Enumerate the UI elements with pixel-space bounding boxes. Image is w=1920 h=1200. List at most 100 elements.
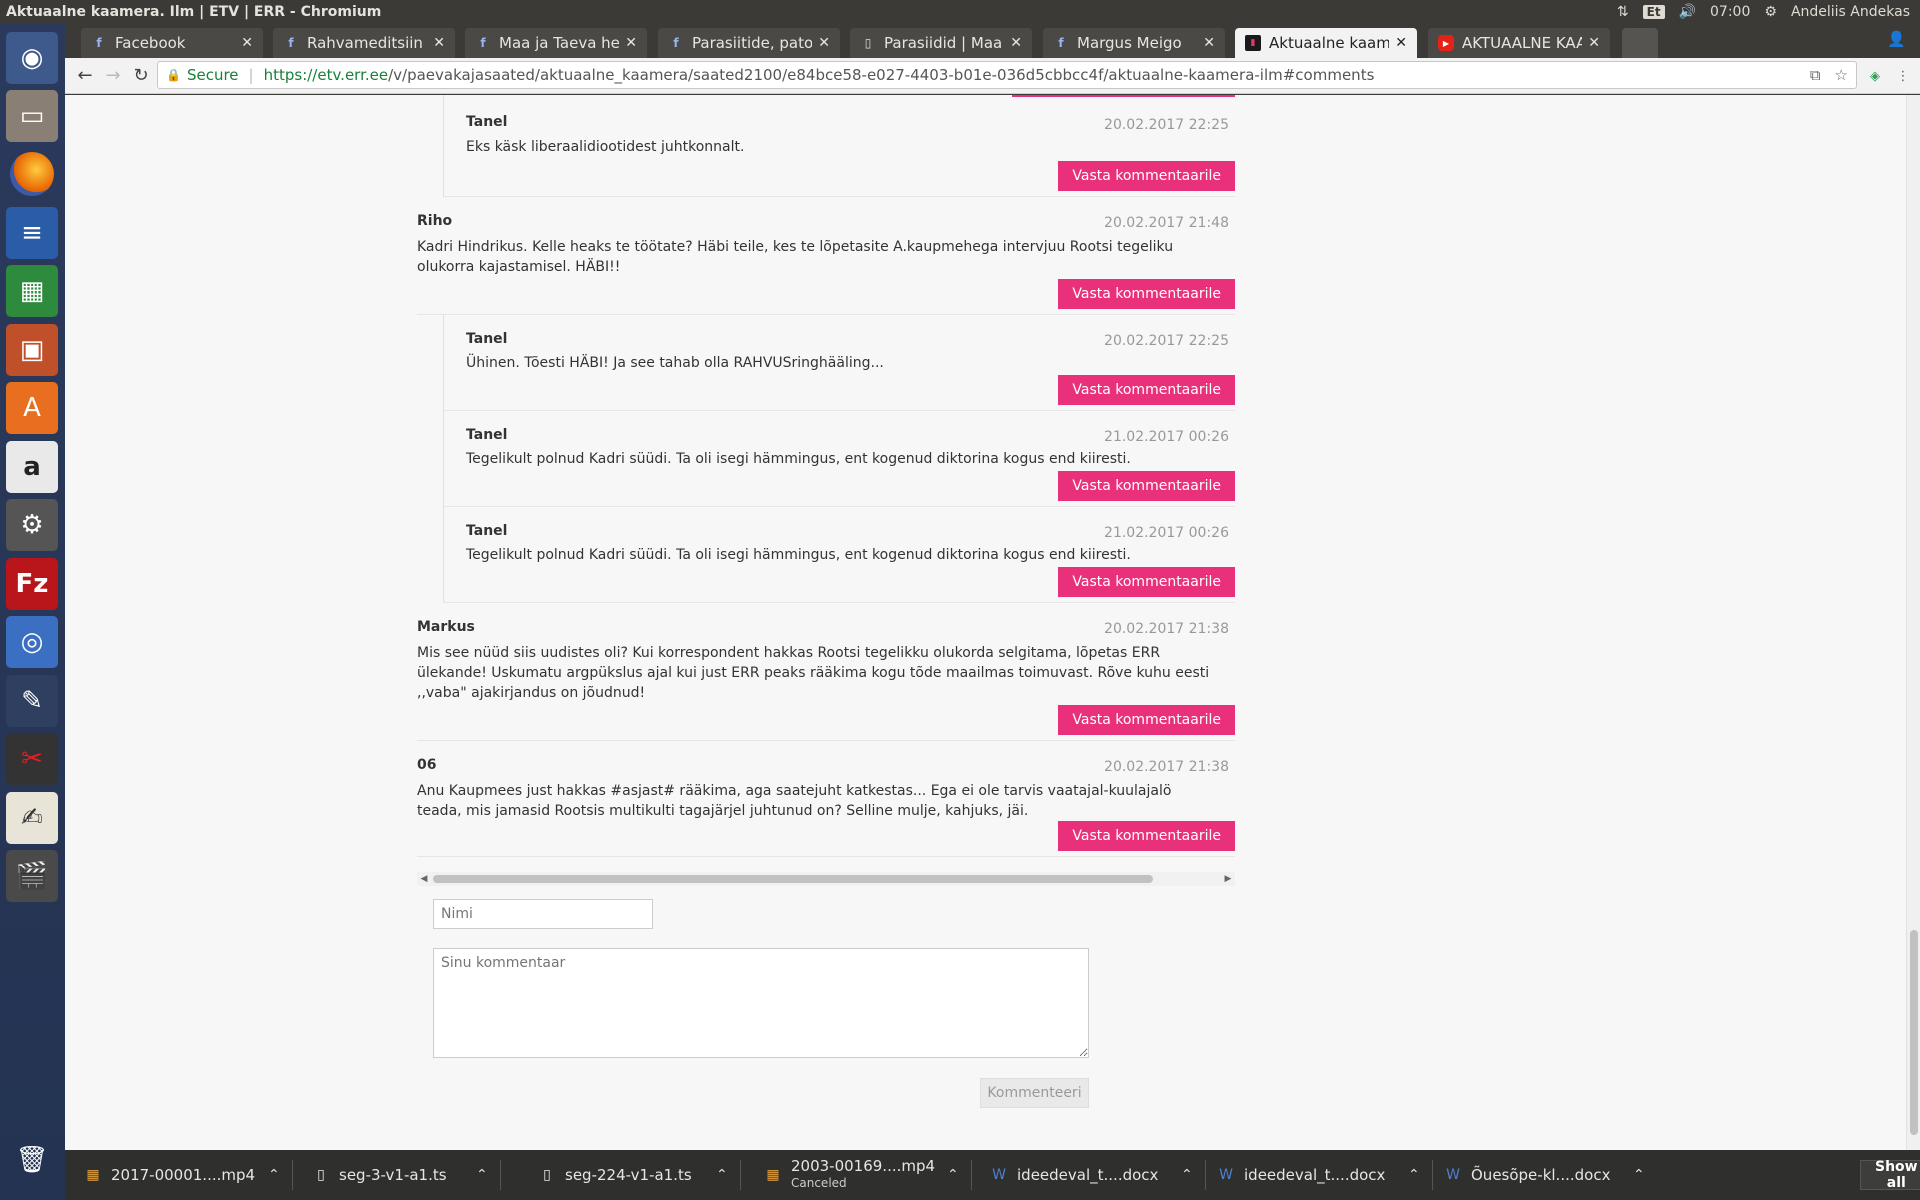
text-editor-icon[interactable]: ✍ (6, 792, 58, 844)
system-settings-icon[interactable]: ⚙ (6, 499, 58, 551)
download-item[interactable]: ▦ 2017-00001....mp4 ⌃ (85, 1156, 300, 1194)
comment-date: 20.02.2017 22:25 (1104, 333, 1229, 349)
back-button[interactable]: ← (71, 62, 99, 90)
close-icon[interactable]: ✕ (1395, 35, 1407, 51)
submit-comment-button[interactable]: Kommenteeri (980, 1078, 1089, 1108)
comment-item: Tanel 21.02.2017 00:26 Tegelikult polnud… (443, 507, 1235, 603)
scrollbar-thumb[interactable] (433, 875, 1153, 883)
url-path: /v/paevakajasaated/aktuaalne_kaamera/saa… (388, 66, 1375, 84)
chevron-up-icon[interactable]: ⌃ (476, 1167, 488, 1183)
bookmark-star-icon[interactable]: ☆ (1835, 66, 1848, 84)
name-input[interactable] (433, 899, 653, 929)
translate-icon[interactable]: ⧉ (1810, 66, 1821, 84)
user-name[interactable]: Andeliis Andekas (1791, 4, 1910, 20)
filezilla-icon[interactable]: Fz (6, 558, 58, 610)
chevron-up-icon[interactable]: ⌃ (716, 1167, 728, 1183)
file-icon: ▯ (543, 1167, 551, 1183)
reply-button[interactable]: Vasta kommentaarile (1058, 375, 1235, 405)
tab-aktuaalne-kaamera-youtube[interactable]: ▶ AKTUAALNE KAAM ✕ (1428, 28, 1610, 58)
address-bar[interactable]: 🔒 Secure | https://etv.err.ee /v/paevaka… (157, 61, 1857, 89)
download-item[interactable]: W Õuesõpe-kl....docx ⌃ (1445, 1156, 1660, 1194)
profile-icon[interactable]: 👤 (1887, 30, 1906, 48)
red-app-icon[interactable]: ✂ (6, 733, 58, 785)
comment-text: Ühinen. Tõesti HÄBI! Ja see tahab olla R… (466, 355, 884, 371)
impress-icon[interactable]: ▣ (6, 324, 58, 376)
network-icon[interactable]: ⇅ (1617, 4, 1629, 20)
chevron-up-icon[interactable]: ⌃ (1633, 1167, 1645, 1183)
files-icon[interactable]: ▭ (6, 90, 58, 142)
calc-icon[interactable]: ▦ (6, 265, 58, 317)
paint-icon[interactable]: ✎ (6, 675, 58, 727)
close-icon[interactable]: ✕ (241, 35, 253, 51)
file-icon: ▯ (317, 1167, 325, 1183)
comment-text: Eks käsk liberaalidiootidest juhtkonnalt… (466, 139, 745, 155)
reply-button[interactable]: Vasta kommentaarile (1058, 705, 1235, 735)
reply-button[interactable]: Vasta kommentaarile (1058, 161, 1235, 191)
scrollbar-thumb[interactable] (1910, 930, 1918, 1135)
forward-button[interactable]: → (99, 62, 127, 90)
clock[interactable]: 07:00 (1710, 4, 1750, 20)
comment-item: Markus 20.02.2017 21:38 Mis see nüüd sii… (417, 603, 1235, 741)
close-icon[interactable]: ✕ (433, 35, 445, 51)
ubuntu-dash-icon[interactable]: ◉ (6, 32, 58, 84)
comment-textarea[interactable] (433, 948, 1089, 1058)
amazon-icon[interactable]: a (6, 441, 58, 493)
writer-icon[interactable]: ≡ (6, 207, 58, 259)
scroll-right-icon[interactable]: ▶ (1221, 872, 1235, 886)
software-center-icon[interactable]: A (6, 382, 58, 434)
window-title: Aktuaalne kaamera. Ilm | ETV | ERR - Chr… (6, 4, 382, 20)
volume-icon[interactable]: 🔊 (1679, 4, 1696, 20)
err-icon: ▮ (1245, 35, 1261, 51)
tab-maa-ja-taeva[interactable]: f Maa ja Taeva heaolu ✕ (465, 28, 647, 58)
close-icon[interactable]: ✕ (1203, 35, 1215, 51)
download-item[interactable]: ▦ 2003-00169....mp4 Canceled ⌃ (765, 1156, 980, 1194)
extension-icon[interactable]: ◈ (1865, 66, 1885, 86)
video-editor-icon[interactable]: 🎬 (6, 850, 58, 902)
close-icon[interactable]: ✕ (1588, 35, 1600, 51)
reply-button[interactable]: Vasta kommentaarile (1058, 471, 1235, 501)
comment-date: 20.02.2017 21:38 (1104, 621, 1229, 637)
reply-button[interactable]: Vasta kommentaarile (1058, 279, 1235, 309)
firefox-icon[interactable] (6, 148, 58, 200)
chevron-up-icon[interactable]: ⌃ (268, 1167, 280, 1183)
show-all-downloads-button[interactable]: Show all (1860, 1159, 1920, 1191)
download-item[interactable]: W ideedeval_t....docx ⌃ (1218, 1156, 1433, 1194)
close-icon[interactable]: ✕ (1010, 35, 1022, 51)
horizontal-scrollbar[interactable]: ◀ ▶ (417, 872, 1235, 886)
comment-author: Tanel (466, 523, 508, 539)
tab-margus-meigo[interactable]: f Margus Meigo ✕ (1043, 28, 1225, 58)
word-file-icon: W (1446, 1167, 1460, 1183)
trash-icon[interactable]: 🗑 (6, 1134, 58, 1186)
tab-parasiidid[interactable]: ▯ Parasiidid | Maa ja T ✕ (850, 28, 1032, 58)
system-top-bar: Aktuaalne kaamera. Ilm | ETV | ERR - Chr… (0, 0, 1920, 24)
vertical-scrollbar[interactable] (1906, 95, 1920, 1150)
reload-button[interactable]: ↻ (127, 62, 155, 90)
facebook-icon: f (1058, 36, 1064, 50)
close-icon[interactable]: ✕ (818, 35, 830, 51)
menu-icon[interactable]: ⋮ (1893, 66, 1913, 86)
scroll-left-icon[interactable]: ◀ (417, 872, 431, 886)
gear-icon[interactable]: ⚙ (1764, 4, 1777, 20)
lock-icon[interactable]: 🔒 (166, 68, 181, 82)
chevron-up-icon[interactable]: ⌃ (947, 1167, 959, 1183)
reply-button[interactable]: Vasta kommentaarile (1058, 567, 1235, 597)
chromium-icon[interactable]: ◎ (6, 616, 58, 668)
tab-parasiitide[interactable]: f Parasiitide, patoge ✕ (658, 28, 840, 58)
comment-date: 20.02.2017 21:38 (1104, 759, 1229, 775)
comment-text: Anu Kaupmees just hakkas #asjast# rääkim… (417, 783, 1172, 819)
page-icon: ▯ (864, 36, 872, 50)
new-tab-button[interactable] (1622, 28, 1658, 58)
comment-date: 21.02.2017 00:26 (1104, 525, 1229, 541)
download-item[interactable]: W ideedeval_t....docx ⌃ (991, 1156, 1206, 1194)
chevron-up-icon[interactable]: ⌃ (1408, 1167, 1420, 1183)
close-icon[interactable]: ✕ (625, 35, 637, 51)
reply-button[interactable]: Vasta kommentaarile (1058, 821, 1235, 851)
keyboard-layout-indicator[interactable]: Et (1642, 5, 1665, 19)
chevron-up-icon[interactable]: ⌃ (1181, 1167, 1193, 1183)
facebook-icon: f (96, 36, 102, 50)
tab-aktuaalne-kaamera[interactable]: ▮ Aktuaalne kaamera ✕ (1235, 28, 1417, 58)
tab-facebook[interactable]: f Facebook ✕ (81, 28, 263, 58)
tab-rahvameditsiin[interactable]: f Rahvameditsiin ja t ✕ (273, 28, 455, 58)
download-item[interactable]: ▯ seg-3-v1-a1.ts ⌃ (313, 1156, 528, 1194)
download-item[interactable]: ▯ seg-224-v1-a1.ts ⌃ (539, 1156, 754, 1194)
